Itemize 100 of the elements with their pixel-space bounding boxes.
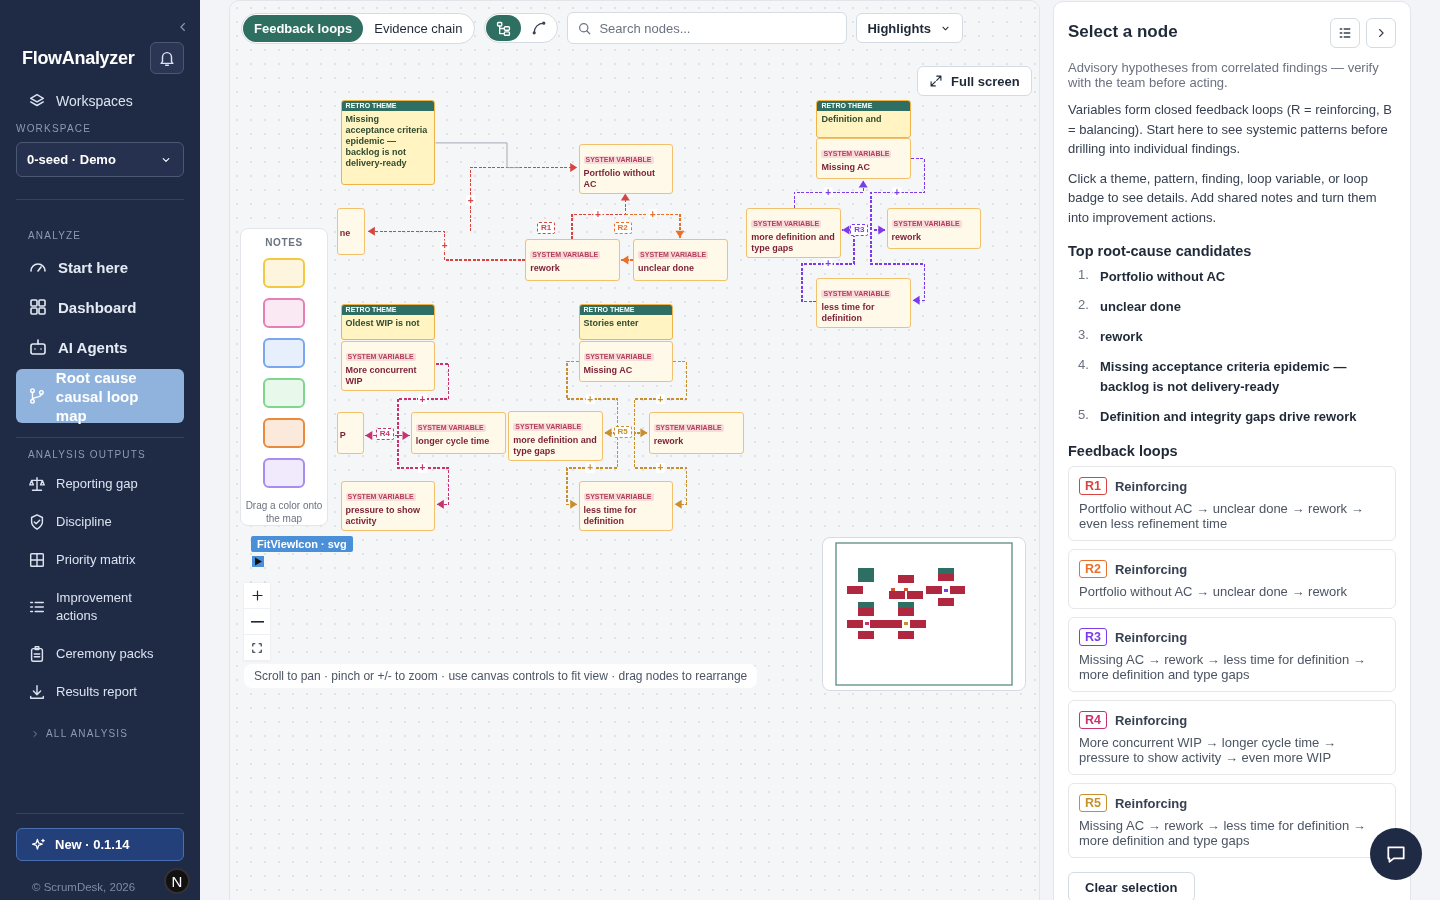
layout-toggle[interactable] [486, 15, 522, 41]
node-title: Portfolio without AC [583, 168, 656, 191]
minimap-drawing[interactable] [822, 537, 1026, 691]
grid-icon [28, 551, 46, 569]
node-title: Missing acceptance criteria epidemic — backlog is not delivery-ready [344, 113, 429, 170]
app-name: FlowAnalyzer [22, 47, 135, 69]
curve-icon [530, 20, 547, 36]
loop-card[interactable]: R3 Reinforcing Missing AC → rework → less time for definition → more definition and type gaps [1068, 617, 1396, 692]
section-label: ANALYZE [28, 230, 83, 241]
polarity-label: + [823, 258, 833, 270]
candidate-item[interactable]: Definition and integrity gaps drive rework [1100, 407, 1357, 427]
note-swatch[interactable] [263, 338, 305, 368]
polarity-label: + [466, 194, 476, 206]
nav-item[interactable]: Improvement actions [16, 580, 184, 636]
search-icon [577, 21, 593, 36]
note-swatch[interactable] [263, 418, 305, 448]
plus-icon [249, 588, 265, 603]
loop-badge[interactable]: R1 [536, 222, 556, 235]
node-title: more definition and type gaps [751, 231, 836, 254]
minus-icon [250, 620, 264, 623]
panel-title: Select a node [1068, 22, 1178, 42]
node-title: Definition and [820, 113, 883, 126]
node-title: Missing AC [583, 364, 634, 376]
list-number: 1. [1078, 267, 1090, 284]
debug-label: FitViewIcon · svg [251, 536, 353, 552]
highlights-dropdown[interactable]: Highlights [856, 13, 963, 43]
loop-path: Missing AC → rework → less time for definition → more definition and type gaps [1079, 818, 1367, 848]
version-button[interactable]: New · 0.1.14 [16, 828, 184, 861]
list-number: 2. [1078, 297, 1090, 314]
nav-item[interactable]: Dashboard [16, 287, 184, 327]
node-title: rework [653, 436, 685, 447]
search-field[interactable]: Search nodes... [567, 12, 848, 44]
polarity-label: + [418, 462, 427, 474]
section-heading: Top root-cause candidates [1068, 243, 1253, 259]
shield-icon [28, 513, 46, 531]
scale-icon [28, 475, 46, 493]
node-title: Missing AC [821, 161, 872, 173]
fit-view-icon [250, 640, 264, 655]
list-number: 4. [1078, 357, 1090, 374]
chevron-right-icon [30, 728, 40, 739]
nav-item[interactable]: Results report [16, 674, 184, 712]
nav-item[interactable]: Priority matrix [16, 542, 184, 580]
node-title: unclear done [638, 263, 696, 275]
branch-icon [28, 386, 46, 406]
notes-title: NOTES [265, 237, 303, 248]
nav-item[interactable]: AI Agents [16, 327, 184, 367]
workspaces-link[interactable]: Workspaces [56, 93, 133, 109]
loop-card[interactable]: R1 Reinforcing Portfolio without AC → unclear done → rework → even less refinement time [1068, 466, 1396, 541]
loop-arrow [620, 255, 634, 265]
loop-path: More concurrent WIP → longer cycle time → pressure to show activity → even more WIP [1079, 735, 1337, 765]
candidate-item[interactable]: Portfolio without AC [1100, 267, 1226, 287]
play-icon [252, 556, 264, 567]
node-title: Stories enter [582, 317, 640, 331]
loop-card[interactable]: R2 Reinforcing Portfolio without AC → unclear done → rework [1068, 549, 1396, 609]
node-title: Oldest WIP is not [344, 317, 421, 331]
note-swatch[interactable] [263, 298, 305, 328]
polarity-label: + [892, 186, 902, 198]
candidate-item[interactable]: unclear done [1100, 297, 1181, 317]
node-title: rework [891, 231, 923, 243]
loop-type: Reinforcing [1115, 712, 1188, 728]
loop-badge[interactable]: R3 [850, 223, 869, 236]
view-tab[interactable]: Feedback loops [243, 14, 364, 42]
loop-badge: R1 [1079, 477, 1107, 495]
full-screen-button[interactable]: Full screen [917, 66, 1032, 96]
loop-badge[interactable]: R4 [375, 427, 394, 440]
polarity-label: + [418, 393, 427, 405]
panel-intro: Advisory hypotheses from correlated findings — verify with the team before acting. [1068, 60, 1380, 90]
loop-type: Reinforcing [1115, 629, 1188, 645]
hierarchy-icon [495, 19, 513, 37]
nav-item[interactable]: Start here [16, 247, 184, 287]
polarity-label: + [440, 240, 450, 252]
loop-badge: R5 [1079, 794, 1107, 812]
notifications-button[interactable] [150, 42, 184, 74]
nav-item[interactable]: Discipline [16, 504, 184, 542]
node-title: P [339, 429, 346, 441]
note-swatch[interactable] [263, 258, 305, 288]
variable-node[interactable]: ne [336, 207, 366, 255]
nav-item[interactable]: Ceremony packs [16, 636, 184, 674]
loop-badge: R4 [1079, 711, 1107, 729]
list-view-button[interactable] [1330, 18, 1360, 48]
list-number: 5. [1078, 407, 1090, 424]
zoom-out-button[interactable] [244, 609, 270, 635]
dev-badge[interactable]: N [164, 868, 190, 894]
nav-item[interactable]: Reporting gap [16, 466, 184, 504]
loop-card[interactable]: R4 Reinforcing More concurrent WIP → longer cycle time → pressure to show activity → even more WIP [1068, 700, 1396, 775]
bell-icon [158, 49, 176, 67]
loop-type: Reinforcing [1115, 561, 1188, 577]
note-swatch[interactable] [263, 458, 305, 488]
polarity-label: + [593, 208, 603, 220]
view-tab[interactable]: Evidence chain [363, 14, 474, 42]
node-title: rework [530, 263, 561, 275]
fit-view-button[interactable] [244, 635, 270, 661]
workspace-select[interactable]: 0-seed · Demo [16, 142, 184, 177]
candidate-item[interactable]: Missing acceptance criteria epidemic — backlog is not delivery-ready [1100, 357, 1396, 397]
all-analysis-toggle[interactable]: ALL ANALYSIS [46, 728, 129, 739]
note-swatch[interactable] [263, 378, 305, 408]
candidate-item[interactable]: rework [1100, 327, 1143, 347]
clear-selection-button[interactable]: Clear selection [1068, 872, 1195, 900]
variable-node[interactable]: P [336, 412, 364, 454]
zoom-in-button[interactable] [244, 583, 270, 609]
